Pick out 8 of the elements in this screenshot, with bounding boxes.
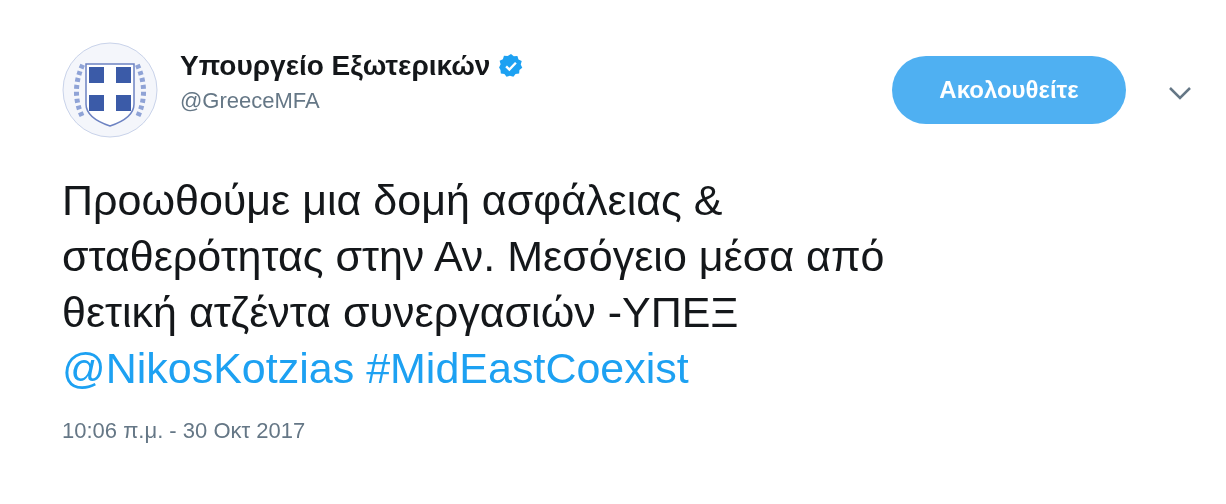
- tweet-timestamp[interactable]: 10:06 π.μ. - 30 Οκτ 2017: [62, 418, 306, 444]
- chevron-down-icon[interactable]: [1168, 86, 1192, 100]
- tweet-link[interactable]: #MidEastCoexist: [366, 344, 689, 392]
- tweet-link[interactable]: @NikosKotzias: [62, 344, 355, 392]
- follow-button[interactable]: Ακολουθείτε: [892, 56, 1126, 124]
- account-handle[interactable]: @GreeceMFA: [180, 88, 892, 114]
- tweet-text: Προωθούμε μια δομή ασφάλειας & σταθερότητας στην Αν. Μεσόγειο μέσα από θετική ατζέντα συνεργασιών -ΥΠΕΞ @NikosKotzias #MidEastCoexist: [62, 175, 886, 394]
- account-name[interactable]: Υπουργείο Εξωτερικών: [180, 50, 491, 82]
